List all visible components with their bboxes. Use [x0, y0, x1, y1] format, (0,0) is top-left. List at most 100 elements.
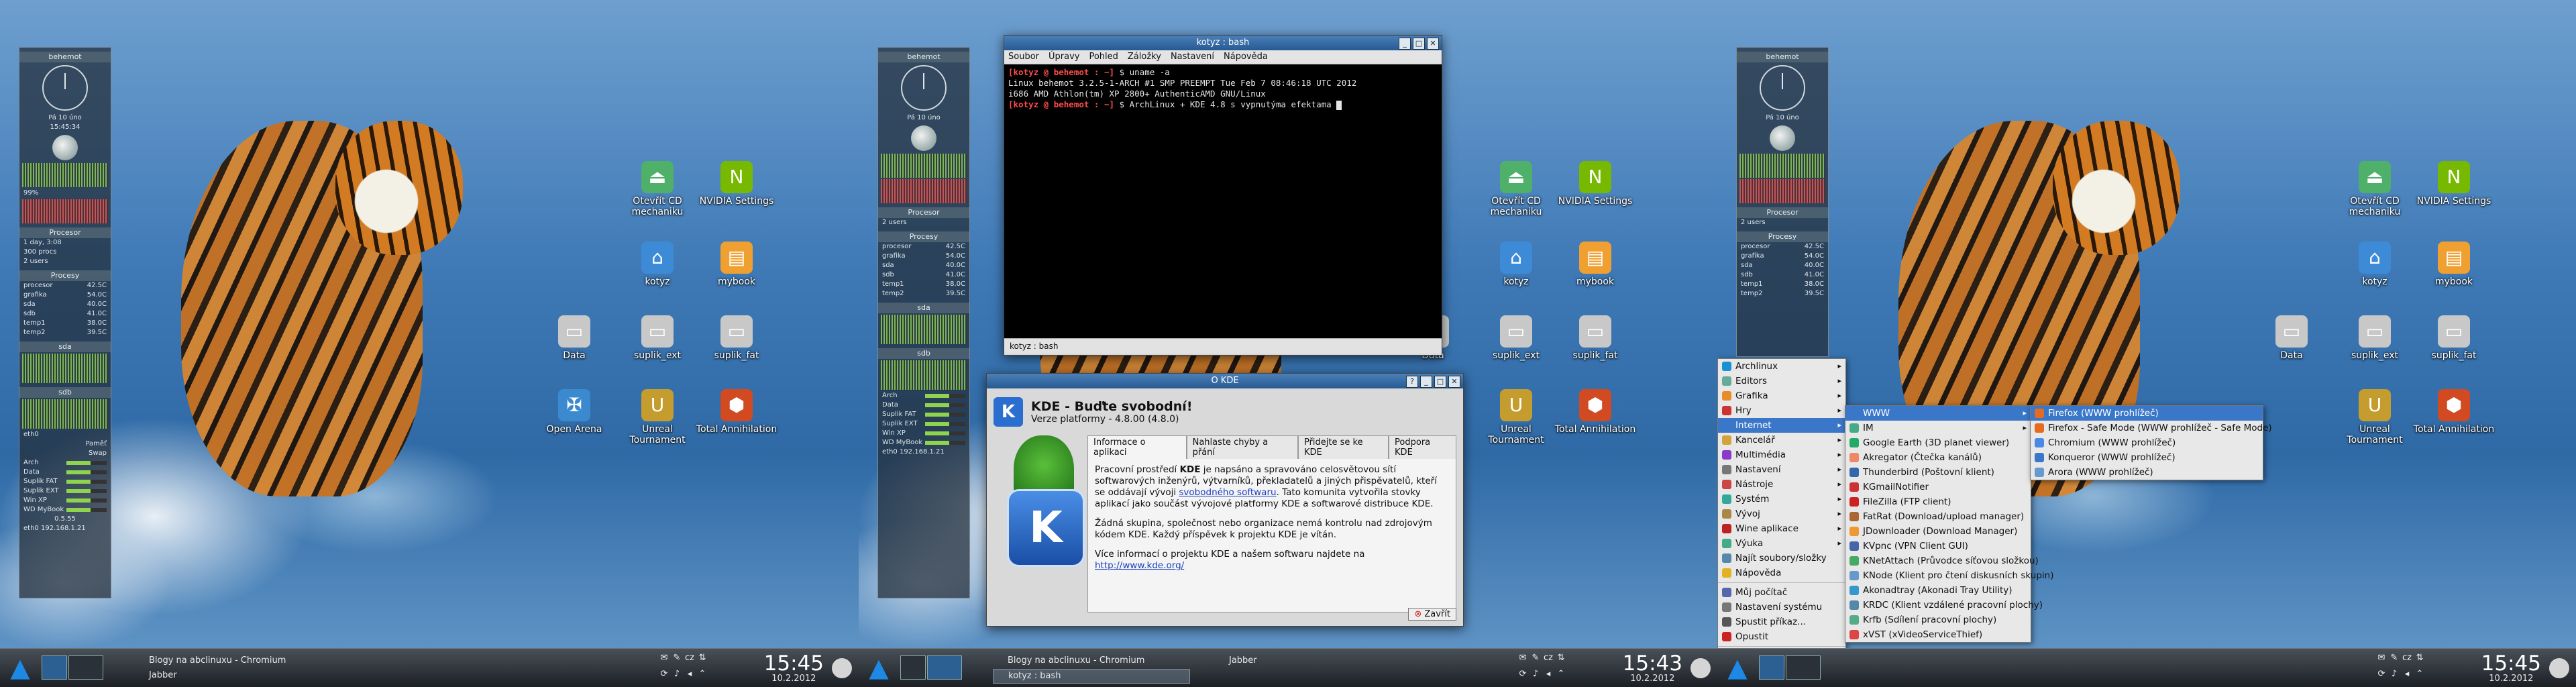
desktop-icon[interactable]: ⬢ Total Annihilation [693, 389, 780, 435]
konsole-tab[interactable]: kotyz : bash [1004, 338, 1442, 354]
mail-icon[interactable]: ✉ [2376, 653, 2387, 664]
menu-item[interactable]: Thunderbird (Poštovní klient) [1845, 465, 2031, 480]
menu-item[interactable]: Kancelář ▸ [1718, 433, 1845, 447]
menu-item[interactable]: Výuka ▸ [1718, 536, 1845, 551]
sound-icon[interactable]: ♪ [2389, 669, 2400, 680]
menu-item[interactable]: FileZilla (FTP client) [1845, 494, 2031, 509]
pager-desktop-2[interactable] [68, 655, 103, 680]
desktop-icon[interactable]: ▭ suplik_fat [2410, 315, 2498, 361]
desktop-icon[interactable]: ▭ Data [531, 315, 618, 361]
desktop-icon[interactable]: ▭ suplik_fat [1552, 315, 1639, 361]
menu-item[interactable]: Internet ▸ [1718, 418, 1845, 433]
close-icon[interactable]: ✕ [1427, 38, 1439, 50]
volume-icon[interactable]: ◂ [2402, 669, 2412, 680]
desktop-icon[interactable]: ▭ suplik_ext [1472, 315, 1560, 361]
menu-item[interactable]: Wine aplikace ▸ [1718, 521, 1845, 536]
pager-desktop-1[interactable] [42, 655, 67, 680]
update-icon[interactable]: ⟳ [2376, 669, 2387, 680]
menu-item[interactable]: Firefox - Safe Mode (WWW prohlížeč - Saf… [2031, 421, 2272, 435]
sound-icon[interactable]: ♪ [672, 669, 682, 680]
menu-item[interactable]: Akonadtray (Akonadi Tray Utility) [1845, 583, 2031, 598]
help-icon[interactable]: ? [1406, 376, 1418, 388]
panel-cashew-icon[interactable] [2549, 658, 2569, 678]
update-icon[interactable]: ⟳ [1517, 669, 1528, 680]
desktop-icon[interactable]: ⌂ kotyz [2331, 242, 2418, 287]
task-jabber[interactable]: Jabber [1214, 654, 1377, 668]
menu-item[interactable]: Archlinux ▸ [1718, 359, 1845, 374]
desktop-icon[interactable]: ▤ mybook [693, 242, 780, 287]
network-icon[interactable]: ⇅ [697, 653, 708, 664]
desktop-icon[interactable]: ▭ suplik_ext [614, 315, 701, 361]
desktop-icon[interactable]: ✠ Open Arena [531, 389, 618, 435]
menu-item[interactable]: Nastavení systému [1718, 600, 1845, 615]
task-chromium[interactable]: Blogy na abclinuxu - Chromium [993, 654, 1189, 668]
desktop-icon[interactable]: ⏏ Otevřít CD mechaniku [2331, 161, 2418, 217]
mail-icon[interactable]: ✉ [1517, 653, 1528, 664]
task-konsole[interactable]: kotyz : bash [993, 669, 1190, 684]
desktop-icon[interactable]: ⌂ kotyz [614, 242, 701, 287]
panel-clock[interactable]: 15:45 10.2.2012 [764, 653, 824, 684]
about-tab[interactable]: Přidejte se ke KDE [1297, 435, 1389, 459]
notes-icon[interactable]: ✎ [672, 653, 682, 664]
kbd-layout[interactable]: cz [1543, 653, 1554, 664]
desktop-icon[interactable]: N NVIDIA Settings [2410, 161, 2498, 207]
menu-item[interactable]: KNode (Klient pro čtení diskusních skupi… [1845, 568, 2054, 583]
volume-icon[interactable]: ◂ [1543, 669, 1554, 680]
menu-item[interactable]: FatRat (Download/upload manager) [1845, 509, 2031, 524]
menu-item[interactable]: Můj počítač [1718, 585, 1845, 600]
konsole-menu-item[interactable]: Nastavení [1171, 50, 1214, 64]
about-titlebar[interactable]: O KDE ? _ □ ✕ [987, 374, 1463, 388]
konsole-menu-item[interactable]: Soubor [1008, 50, 1039, 64]
desktop-icon[interactable]: U Unreal Tournament [1472, 389, 1560, 445]
konsole-menu-item[interactable]: Pohled [1089, 50, 1118, 64]
task-chromium[interactable]: Blogy na abclinuxu - Chromium [134, 654, 337, 668]
arch-launcher-icon[interactable]: ▲ [1723, 653, 1752, 682]
menu-item[interactable]: Arora (WWW prohlížeč) [2031, 465, 2263, 480]
menu-item[interactable]: Editors ▸ [1718, 374, 1845, 388]
panel-clock[interactable]: 15:45 10.2.2012 [2481, 653, 2541, 684]
panel-cashew-icon[interactable] [832, 658, 852, 678]
menu-item[interactable]: Vývoj ▸ [1718, 507, 1845, 521]
panel-cashew-icon[interactable] [1690, 658, 1711, 678]
menu-item[interactable]: Krfb (Sdílení pracovní plochy) [1845, 613, 2031, 627]
menu-item[interactable]: IM ▸ [1845, 421, 2031, 435]
menu-item[interactable]: Google Earth (3D planet viewer) [1845, 435, 2031, 450]
minimize-icon[interactable]: _ [1420, 376, 1432, 388]
arch-launcher-icon[interactable]: ▲ [5, 653, 35, 682]
desktop-icon[interactable]: ▤ mybook [2410, 242, 2498, 287]
desktop-icon[interactable]: ▭ suplik_fat [693, 315, 780, 361]
desktop-icon[interactable]: ▤ mybook [1552, 242, 1639, 287]
expand-icon[interactable]: ⌃ [697, 669, 708, 680]
menu-item[interactable]: Nástroje ▸ [1718, 477, 1845, 492]
network-icon[interactable]: ⇅ [2414, 653, 2425, 664]
desktop-icon[interactable]: U Unreal Tournament [2331, 389, 2418, 445]
menu-item[interactable]: Konqueror (WWW prohlížeč) [2031, 450, 2263, 465]
desktop-icon[interactable]: ⏏ Otevřít CD mechaniku [614, 161, 701, 217]
notes-icon[interactable]: ✎ [2389, 653, 2400, 664]
menu-item[interactable]: Hry ▸ [1718, 403, 1845, 418]
kickoff-menu[interactable]: Archlinux ▸ Editors ▸ Grafika ▸ Hry ▸ Internet ▸ K… [1717, 358, 1846, 679]
panel-clock[interactable]: 15:43 10.2.2012 [1623, 653, 1682, 684]
sound-icon[interactable]: ♪ [1530, 669, 1541, 680]
maximize-icon[interactable]: □ [1434, 376, 1446, 388]
close-button[interactable]: ⊗ Zavřít [1408, 608, 1456, 621]
menu-item[interactable]: Nápověda [1718, 566, 1845, 580]
konsole-menu-item[interactable]: Záložky [1128, 50, 1161, 64]
desktop-icon[interactable]: ⬢ Total Annihilation [1552, 389, 1639, 435]
pager-desktop-2[interactable] [1786, 655, 1821, 680]
menu-item[interactable]: Nastavení ▸ [1718, 462, 1845, 477]
expand-icon[interactable]: ⌃ [2414, 669, 2425, 680]
free-software-link[interactable]: svobodného softwaru [1179, 487, 1276, 498]
expand-icon[interactable]: ⌃ [1556, 669, 1566, 680]
minimize-icon[interactable]: _ [1399, 38, 1411, 50]
menu-item[interactable]: Multimédia ▸ [1718, 447, 1845, 462]
terminal-output[interactable]: [kotyz @ behemot : ~] $ uname -a Linux b… [1004, 64, 1442, 338]
konsole-titlebar[interactable]: kotyz : bash _ □ ✕ [1004, 36, 1442, 50]
menu-item[interactable]: Grafika ▸ [1718, 388, 1845, 403]
konsole-menu-item[interactable]: Nápověda [1224, 50, 1268, 64]
www-submenu[interactable]: Firefox (WWW prohlížeč) Firefox - Safe Mo… [2030, 405, 2272, 480]
task-jabber[interactable]: Jabber [134, 669, 337, 682]
menu-item[interactable]: KNetAttach (Průvodce síťovou složkou) [1845, 553, 2039, 568]
about-kde-dialog[interactable]: O KDE ? _ □ ✕ K KDE - Buďte svobodní! Verze… [986, 373, 1464, 627]
konsole-window[interactable]: kotyz : bash _ □ ✕ Soubor Úpravy Pohled Zálož… [1004, 35, 1442, 356]
